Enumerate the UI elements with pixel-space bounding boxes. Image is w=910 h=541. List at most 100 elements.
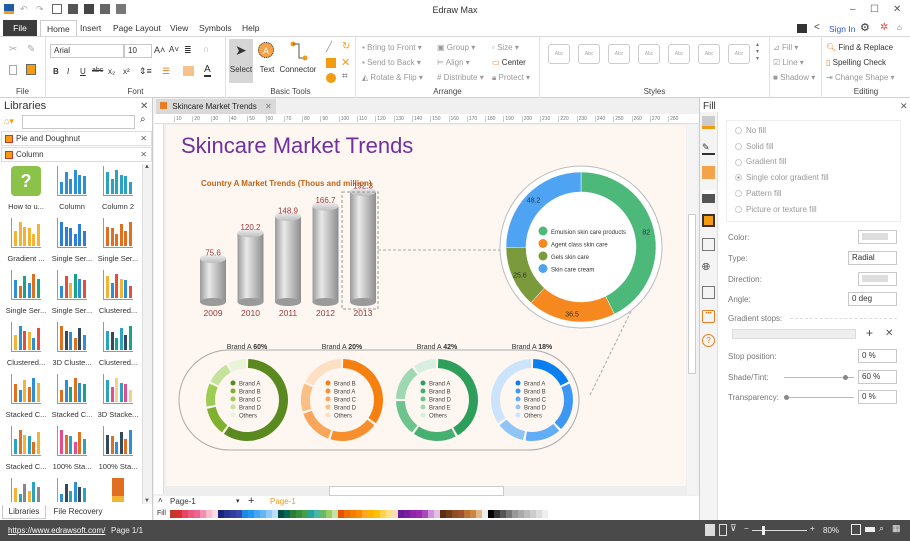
image-tab-icon[interactable]	[702, 190, 715, 203]
fill-option-radio[interactable]: Solid fill	[735, 142, 774, 151]
palette-swatch[interactable]	[458, 510, 464, 518]
palette-swatch[interactable]	[482, 510, 488, 518]
stop-position-spinner[interactable]: 0 %	[858, 349, 897, 363]
library-shape[interactable]: Stacked C...	[2, 426, 50, 471]
palette-swatch[interactable]	[182, 510, 188, 518]
palette-swatch[interactable]	[350, 510, 356, 518]
ellipse-tool-icon[interactable]	[326, 73, 336, 83]
palette-swatch[interactable]	[230, 510, 236, 518]
library-shape[interactable]: Column 2	[94, 166, 140, 211]
horizontal-scroll-thumb[interactable]	[329, 486, 504, 496]
palette-swatch[interactable]	[260, 510, 266, 518]
sign-in-link[interactable]: Sign In	[829, 24, 855, 34]
library-shape[interactable]: 3D Stacke...	[94, 374, 140, 419]
font-name-select[interactable]: Arial	[50, 44, 124, 58]
palette-swatch[interactable]	[188, 510, 194, 518]
palette-swatch[interactable]	[530, 510, 536, 518]
fill-option-radio[interactable]: Gradient fill	[735, 157, 786, 166]
fit-page-icon[interactable]	[851, 524, 861, 535]
close-tab-icon[interactable]: ✕	[265, 102, 272, 111]
text-tool-button[interactable]: A Text	[255, 39, 279, 83]
palette-swatch[interactable]	[284, 510, 290, 518]
website-link[interactable]: https://www.edrawsoft.com/	[8, 526, 105, 535]
library-icon[interactable]	[797, 24, 807, 33]
vertical-scrollbar[interactable]	[687, 124, 697, 494]
document-tab[interactable]: Skincare Market Trends ✕	[156, 99, 276, 114]
share-icon[interactable]: <	[814, 22, 820, 33]
align-button[interactable]: ⊨ Align ▾	[437, 58, 470, 67]
center-button[interactable]: ▭ Center	[492, 58, 526, 67]
type-select[interactable]: Radial	[848, 251, 897, 265]
collapse-ribbon-icon[interactable]: ⌂	[897, 23, 902, 32]
palette-swatch[interactable]	[200, 510, 206, 518]
palette-swatch[interactable]	[314, 510, 320, 518]
palette-swatch[interactable]	[344, 510, 350, 518]
tab-help[interactable]: Help	[236, 20, 265, 37]
library-shape[interactable]: Column	[48, 166, 96, 211]
cut-icon[interactable]: ✂	[9, 44, 17, 55]
palette-swatch[interactable]	[236, 510, 242, 518]
library-shape[interactable]: Single Ser...	[48, 218, 96, 263]
style-swatch-4[interactable]: Abc	[638, 44, 660, 64]
palette-swatch[interactable]	[440, 510, 446, 518]
copy-icon[interactable]	[9, 65, 17, 75]
arc-tool-icon[interactable]: ↻	[342, 41, 350, 52]
palette-swatch[interactable]	[416, 510, 422, 518]
library-shape[interactable]: 100% Sta...	[94, 426, 140, 471]
library-shape[interactable]	[48, 478, 96, 502]
library-category-pie-doughnut[interactable]: Pie and Doughnut ✕	[1, 131, 152, 146]
shrink-font-icon[interactable]: A˅	[169, 45, 179, 54]
palette-swatch[interactable]	[392, 510, 398, 518]
shadow-tab-icon[interactable]	[702, 166, 715, 179]
palette-swatch[interactable]	[170, 510, 176, 518]
find-replace-button[interactable]: 🔍︎ Find & Replace	[826, 43, 893, 52]
color-picker[interactable]	[858, 230, 897, 244]
fill-option-radio[interactable]: Single color gradient fill	[735, 173, 829, 182]
library-shape[interactable]: Single Ser...	[94, 218, 140, 263]
underline-icon[interactable]: U	[80, 67, 86, 76]
connector-tool-button[interactable]: Connector	[278, 39, 318, 83]
style-swatch-2[interactable]: Abc	[578, 44, 600, 64]
size-button[interactable]: ▫ Size ▾	[492, 43, 519, 52]
page-view-icon[interactable]	[719, 524, 727, 536]
brand-donut[interactable]: Brand A 60% Brand A Brand B Brand C Brand D O…	[206, 344, 289, 441]
plugin-icon[interactable]: ✲	[880, 22, 888, 33]
grow-font-icon[interactable]: A˄	[154, 45, 165, 55]
document-tab-icon[interactable]	[702, 286, 715, 299]
tab-view[interactable]: View	[164, 20, 194, 37]
palette-swatch[interactable]	[272, 510, 278, 518]
palette-swatch[interactable]	[506, 510, 512, 518]
remove-stop-icon[interactable]: ✕	[885, 328, 893, 339]
italic-icon[interactable]: I	[67, 67, 69, 76]
style-swatch-7[interactable]: Abc	[728, 44, 750, 64]
tab-home[interactable]: Home	[40, 20, 77, 37]
palette-swatch[interactable]	[470, 510, 476, 518]
zoom-out-icon[interactable]: −	[744, 524, 749, 533]
minimize-button[interactable]: –	[850, 4, 856, 15]
palette-swatch[interactable]	[296, 510, 302, 518]
library-category-column[interactable]: Column ✕	[1, 147, 152, 162]
palette-swatch[interactable]	[380, 510, 386, 518]
style-swatch-1[interactable]: Abc	[548, 44, 570, 64]
palette-swatch[interactable]	[290, 510, 296, 518]
presentation-icon[interactable]: ⊽	[730, 523, 737, 534]
superscript-icon[interactable]: x²	[123, 67, 130, 76]
comment-tab-icon[interactable]: •••	[702, 310, 715, 323]
angle-spinner[interactable]: 0 deg	[848, 292, 897, 306]
help-tab-icon[interactable]: ?	[702, 334, 715, 347]
palette-swatch[interactable]	[308, 510, 314, 518]
bring-to-front-button[interactable]: ▪ Bring to Front ▾	[362, 43, 422, 52]
globe-tab-icon[interactable]: 🌐︎	[702, 262, 715, 275]
file-recovery-tab[interactable]: File Recovery	[50, 505, 106, 519]
palette-swatch[interactable]	[446, 510, 452, 518]
transparency-knob[interactable]	[784, 395, 789, 400]
palette-swatch[interactable]	[356, 510, 362, 518]
palette-swatch[interactable]	[368, 510, 374, 518]
vertical-scroll-thumb[interactable]	[688, 214, 696, 374]
fill-option-radio[interactable]: No fill	[735, 126, 766, 135]
palette-swatch[interactable]	[536, 510, 542, 518]
palette-swatch[interactable]	[404, 510, 410, 518]
palette-swatch[interactable]	[464, 510, 470, 518]
add-stop-icon[interactable]: +	[866, 326, 873, 340]
bar-cylinder[interactable]: 166.7 2012	[312, 196, 339, 318]
